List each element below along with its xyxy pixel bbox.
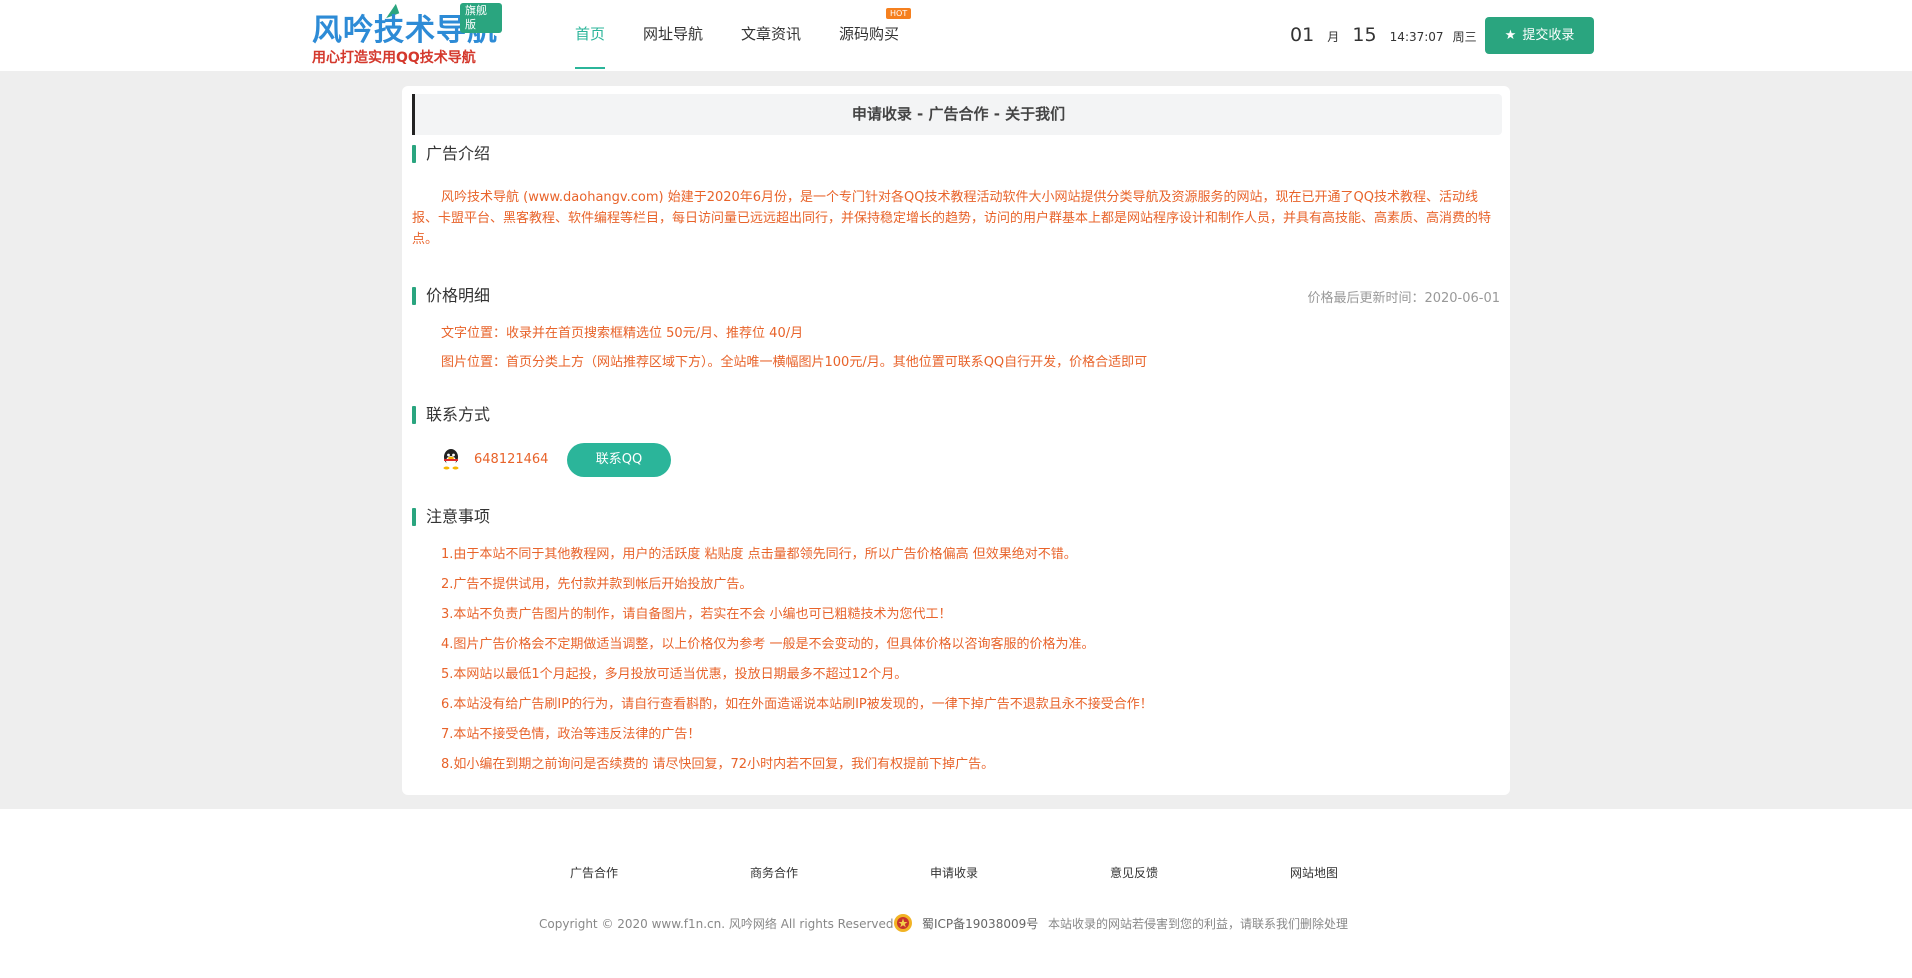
- site-logo[interactable]: 风吟技术导航 旗舰版 用心打造实用QQ技术导航: [312, 3, 502, 68]
- footer-link-sitemap[interactable]: 网站地图: [1290, 865, 1338, 881]
- notice-item: 5.本网站以最低1个月起投，多月投放可适当优惠，投放日期最多不超过12个月。: [441, 667, 908, 682]
- notice-item: 3.本站不负责广告图片的制作，请自备图片，若实在不会 小编也可已粗糙技术为您代工…: [441, 607, 952, 622]
- contact-qq-button[interactable]: 联系QQ: [567, 443, 671, 477]
- price-updated-time: 价格最后更新时间：2020-06-01: [1307, 291, 1500, 306]
- notice-item: 8.如小编在到期之前询问是否续费的 请尽快回复，72小时内若不回复，我们有权提前…: [441, 757, 995, 772]
- qq-penguin-icon: [443, 449, 459, 470]
- section-title-ad-intro: 广告介绍: [412, 144, 490, 164]
- card-header-links[interactable]: 申请收录 - 广告合作 - 关于我们: [412, 94, 1502, 135]
- footer-link-submit[interactable]: 申请收录: [930, 865, 978, 881]
- nav-source-shop[interactable]: 源码购买: [839, 24, 899, 44]
- date-time-display: 01 月 15 14:37:07 周三: [1290, 24, 1477, 46]
- section-title-notice: 注意事项: [412, 507, 490, 527]
- notice-item: 4.图片广告价格会不定期做适当调整，以上价格仅为参考 一般是不会变动的，但具体价…: [441, 637, 1095, 652]
- disclaimer-text: 本站收录的网站若侵害到您的利益，请联系我们删除处理: [1048, 917, 1349, 931]
- footer-link-ads[interactable]: 广告合作: [570, 865, 618, 881]
- weekday: 周三: [1452, 30, 1477, 44]
- logo-slogan: 用心打造实用QQ技术导航: [312, 50, 476, 66]
- price-line-image: 图片位置：首页分类上方（网站推荐区域下方）。全站唯一横幅图片100元/月。其他位…: [441, 355, 1148, 370]
- notice-item: 7.本站不接受色情，政治等违反法律的广告！: [441, 727, 701, 742]
- date-month: 01: [1290, 24, 1315, 46]
- hot-badge: HOT: [886, 8, 912, 19]
- notice-item: 2.广告不提供试用，先付款并款到帐后开始投放广告。: [441, 577, 753, 592]
- logo-badge: 旗舰版: [460, 3, 502, 33]
- clock-time: 14:37:07: [1389, 30, 1444, 44]
- qq-number: 648121464: [474, 452, 549, 467]
- nav-sites[interactable]: 网址导航: [643, 24, 703, 44]
- footer-link-feedback[interactable]: 意见反馈: [1110, 865, 1158, 881]
- nav-active-indicator: [575, 67, 605, 69]
- nav-home[interactable]: 首页: [575, 24, 605, 44]
- date-day: 15: [1352, 24, 1377, 46]
- ad-info-card: 申请收录 - 广告合作 - 关于我们 广告介绍 风吟技术导航 (www.daoh…: [402, 86, 1510, 795]
- section-title-price: 价格明细: [412, 286, 490, 306]
- nav-articles[interactable]: 文章资讯: [741, 24, 801, 44]
- notice-item: 6.本站没有给广告刷IP的行为，请自行查看斟酌，如在外面造谣说本站刷IP被发现的…: [441, 697, 1153, 712]
- footer-link-business[interactable]: 商务合作: [750, 865, 798, 881]
- copyright-text: Copyright © 2020 www.f1n.cn. 风吟网络 All ri…: [539, 917, 894, 931]
- price-line-text: 文字位置：收录并在首页搜索框精选位 50元/月、推荐位 40/月: [441, 326, 804, 341]
- submit-site-label: 提交收录: [1522, 28, 1575, 43]
- icp-record-link[interactable]: 蜀ICP备19038009号: [922, 915, 1038, 933]
- section-title-contact: 联系方式: [412, 405, 490, 425]
- star-icon: ★: [1504, 28, 1517, 43]
- site-header: 风吟技术导航 旗舰版 用心打造实用QQ技术导航 首页 网址导航 文章资讯 源码购…: [0, 0, 1912, 71]
- ad-intro-text: 风吟技术导航 (www.daohangv.com) 始建于2020年6月份，是一…: [412, 190, 1492, 247]
- date-month-unit: 月: [1327, 30, 1340, 44]
- notice-item: 1.由于本站不同于其他教程网，用户的活跃度 粘贴度 点击量都领先同行，所以广告价…: [441, 547, 1077, 562]
- police-badge-icon: [894, 914, 912, 932]
- submit-site-button[interactable]: ★ 提交收录: [1485, 17, 1594, 54]
